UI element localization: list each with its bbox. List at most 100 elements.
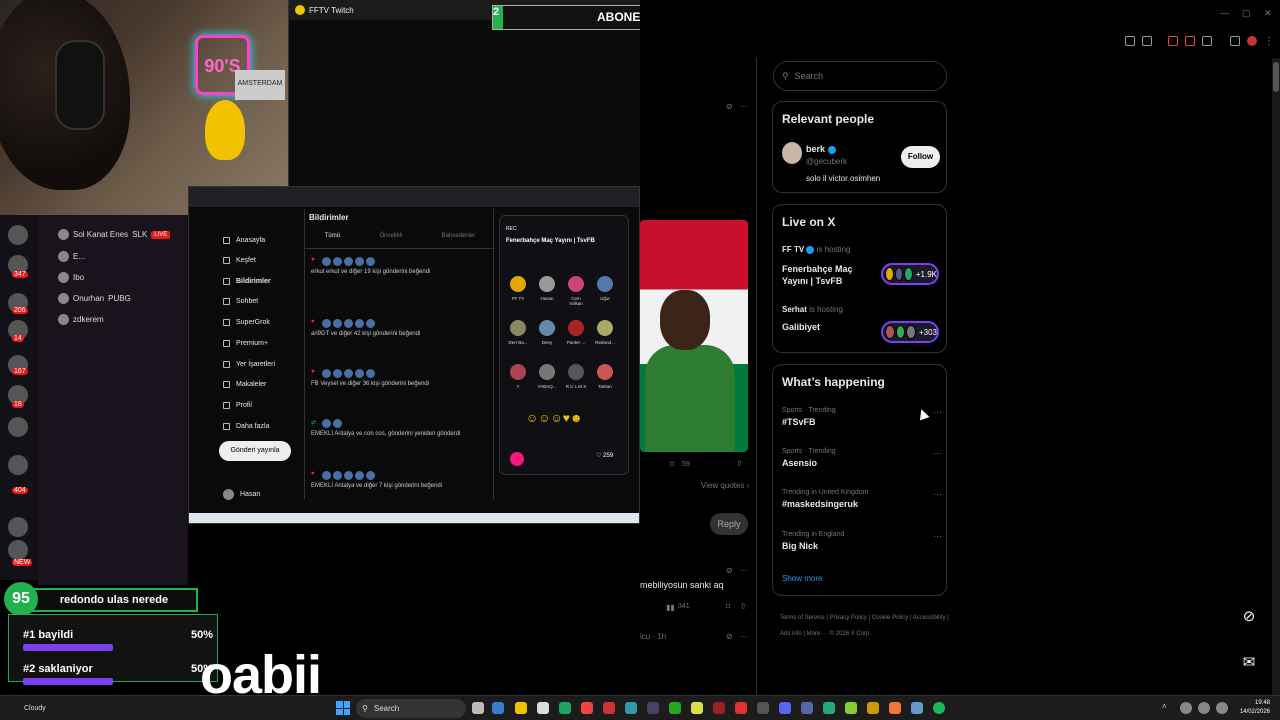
live-host[interactable]: Serhat is hosting bbox=[782, 305, 843, 314]
footer-link-terms[interactable]: Terms of Service bbox=[780, 615, 825, 621]
emoji-reactions[interactable]: ☺☺☺♥☻ bbox=[526, 411, 583, 425]
task-view-icon[interactable] bbox=[472, 702, 484, 714]
app-icon[interactable] bbox=[823, 702, 835, 714]
nav-item-more[interactable]: Daha fazla bbox=[223, 423, 269, 430]
extension-icon[interactable] bbox=[1185, 36, 1195, 46]
view-quotes-link[interactable]: View quotes › bbox=[701, 481, 749, 490]
tab-mentions[interactable]: Bahsedenler bbox=[442, 233, 476, 248]
footer-link-more[interactable]: More ··· bbox=[807, 631, 828, 637]
app-icon[interactable] bbox=[845, 702, 857, 714]
bookmark-icon[interactable]: ⌑ bbox=[726, 602, 730, 611]
more-options-icon[interactable]: ··· bbox=[740, 102, 748, 111]
notification-item[interactable]: ♥ FB Veysel ve diğer 36 kişi gönderini be… bbox=[311, 369, 489, 387]
app-icon[interactable] bbox=[537, 702, 549, 714]
app-icon[interactable] bbox=[603, 702, 615, 714]
profile-avatar-icon[interactable] bbox=[1247, 36, 1257, 46]
nav-item-explore[interactable]: Keşfet bbox=[223, 257, 256, 264]
mic-icon[interactable] bbox=[510, 452, 524, 466]
chat-row[interactable]: Onurhan PUBG bbox=[58, 293, 131, 304]
trend-item[interactable]: Trending in United Kingdom #maskedsingeru… bbox=[782, 489, 942, 509]
steam-icon[interactable] bbox=[647, 702, 659, 714]
more-options-icon[interactable]: ··· bbox=[933, 489, 942, 499]
more-options-icon[interactable]: ··· bbox=[933, 448, 942, 458]
notification-item[interactable]: ⇄ EMEKLİ Antalya ve con cos, gönderini ye… bbox=[311, 419, 489, 437]
share-icon[interactable]: ⇧ bbox=[736, 459, 743, 468]
more-options-icon[interactable]: ··· bbox=[740, 566, 748, 575]
windows-start-icon[interactable] bbox=[336, 701, 350, 715]
trend-item[interactable]: Sports · Trending Asensio ··· bbox=[782, 448, 942, 468]
nav-item-profile[interactable]: Profil bbox=[223, 402, 252, 409]
app-icon[interactable] bbox=[889, 702, 901, 714]
avatar[interactable] bbox=[782, 142, 802, 164]
channel-avatar[interactable] bbox=[8, 417, 28, 437]
edge-icon[interactable] bbox=[559, 702, 571, 714]
file-explorer-icon[interactable] bbox=[515, 702, 527, 714]
app-icon[interactable] bbox=[669, 702, 681, 714]
app-icon[interactable] bbox=[581, 702, 593, 714]
app-icon[interactable] bbox=[735, 702, 747, 714]
channel-avatar[interactable] bbox=[8, 455, 28, 475]
scrollbar[interactable] bbox=[1272, 58, 1280, 698]
chat-row[interactable]: Ibo bbox=[58, 272, 84, 283]
share-icon[interactable]: ⇧ bbox=[740, 602, 747, 611]
notification-item[interactable]: ♥ EMEKLİ Antalya ve diğer 7 kişi gönderin… bbox=[311, 471, 489, 489]
tab-all[interactable]: Tümü bbox=[325, 233, 340, 248]
more-options-icon[interactable]: ··· bbox=[933, 531, 942, 541]
app-icon[interactable] bbox=[625, 702, 637, 714]
volume-icon[interactable] bbox=[1216, 702, 1228, 714]
nav-item-chat[interactable]: Sohbet bbox=[223, 298, 258, 305]
avatar[interactable] bbox=[510, 320, 526, 336]
weather-widget[interactable]: Cloudy bbox=[24, 705, 46, 712]
channel-avatar[interactable] bbox=[8, 225, 28, 245]
avatar[interactable] bbox=[539, 276, 555, 292]
post-image[interactable] bbox=[640, 220, 748, 452]
trend-item[interactable]: Trending in England Big Nick ··· bbox=[782, 531, 942, 551]
avatar[interactable] bbox=[568, 364, 584, 380]
more-options-icon[interactable]: ··· bbox=[740, 632, 748, 641]
menu-icon[interactable]: ⋮ bbox=[1264, 36, 1274, 47]
chat-row[interactable]: zdkerem bbox=[58, 314, 104, 325]
footer-link-privacy[interactable]: Privacy Policy bbox=[830, 615, 867, 621]
extension-icon[interactable] bbox=[1202, 36, 1212, 46]
minimize-icon[interactable]: — bbox=[1220, 8, 1229, 18]
show-more-link[interactable]: Show more bbox=[782, 574, 822, 583]
notification-item[interactable]: ♥ erkut erkut ve diğer 19 kişi gönderini … bbox=[311, 257, 489, 275]
close-icon[interactable]: ✕ bbox=[1264, 8, 1272, 19]
system-clock[interactable]: 19:48 14/02/2026 bbox=[1238, 699, 1270, 717]
more-options-icon[interactable]: ··· bbox=[933, 407, 942, 417]
avatar[interactable] bbox=[539, 364, 555, 380]
taskbar-search[interactable]: ⚲ Search bbox=[356, 699, 466, 718]
avatar[interactable] bbox=[568, 276, 584, 292]
nav-profile[interactable]: Hasan bbox=[223, 489, 260, 500]
live-title-1[interactable]: Galibiyet bbox=[782, 322, 820, 332]
app-icon[interactable] bbox=[757, 702, 769, 714]
search-input[interactable]: ⚲ Search bbox=[773, 61, 947, 91]
footer-link-ads[interactable]: Ads info bbox=[780, 631, 802, 637]
chat-row[interactable]: Sol Kanat Enes SLK LIVE bbox=[58, 229, 171, 240]
live-listeners-pill[interactable]: +303 bbox=[881, 321, 939, 343]
nav-item-articles[interactable]: Makaleler bbox=[223, 381, 266, 388]
nav-item-notifications[interactable]: Bildirimler bbox=[223, 278, 271, 285]
person-name[interactable]: berk bbox=[806, 144, 836, 154]
notification-item[interactable]: ♥ ari9GT ve diğer 42 kişi gönderini beğen… bbox=[311, 319, 489, 337]
nav-item-bookmarks[interactable]: Yer İşaretleri bbox=[223, 361, 275, 368]
grok-icon[interactable]: ⊘ bbox=[726, 632, 733, 641]
nav-item-grok[interactable]: SuperGrok bbox=[223, 319, 270, 326]
chat-row[interactable]: E... bbox=[58, 251, 85, 262]
app-icon[interactable] bbox=[867, 702, 879, 714]
nav-item-home[interactable]: Anasayfa bbox=[223, 237, 265, 244]
live-host[interactable]: FF TV is hosting bbox=[782, 245, 850, 254]
app-icon[interactable] bbox=[713, 702, 725, 714]
tray-chevron-icon[interactable]: ˄ bbox=[1162, 702, 1174, 714]
network-icon[interactable] bbox=[1198, 702, 1210, 714]
grok-icon[interactable]: ⊘ bbox=[1236, 604, 1262, 630]
avatar[interactable] bbox=[568, 320, 584, 336]
tab-priority[interactable]: Öncelikli bbox=[379, 233, 402, 248]
chrome-icon[interactable] bbox=[691, 702, 703, 714]
grok-icon[interactable]: ⊘ bbox=[726, 102, 733, 111]
post-button[interactable]: Gönderi yayınla bbox=[219, 441, 291, 461]
app-icon[interactable] bbox=[801, 702, 813, 714]
spotify-icon[interactable] bbox=[933, 702, 945, 714]
follow-button[interactable]: Follow bbox=[901, 146, 940, 168]
app-icon[interactable] bbox=[492, 702, 504, 714]
